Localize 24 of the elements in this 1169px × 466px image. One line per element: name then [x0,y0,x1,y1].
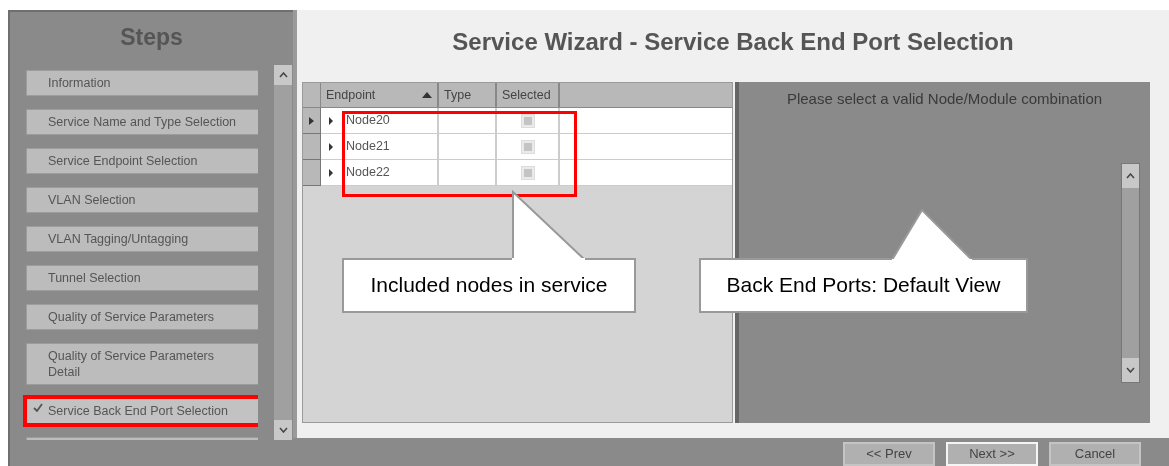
window-title: Service Wizard - Service Back End Port Selection [451,27,1015,57]
wizard-button[interactable]: Next >> [946,442,1038,466]
step-item[interactable]: Tunnel Selection [26,265,258,291]
step-item[interactable]: VLAN Tagging/Untagging [26,226,258,252]
chevron-down-icon[interactable] [278,427,288,433]
wizard-button[interactable]: Cancel [1049,442,1141,466]
chevron-up-icon[interactable] [1126,172,1135,179]
wizard-button[interactable]: << Prev [843,442,935,466]
step-item[interactable]: Service Name and Type Selection [26,109,258,135]
step-item[interactable]: Service Back End Port Selection [26,398,258,424]
current-row-icon [309,116,314,125]
table-cell: Node22 [341,160,439,185]
chevron-up-icon[interactable] [278,72,288,78]
chevron-down-icon[interactable] [1126,366,1135,373]
step-item[interactable]: Service Endpoint Selection [26,148,258,174]
step-item[interactable]: Quality of Service Parameters [26,304,258,330]
step-item[interactable]: Quality of Service Parameters Detail [26,343,258,385]
scrollbar[interactable] [274,65,292,440]
status-message: Please select a valid Node/Module combination [785,89,1104,109]
check-icon [32,403,43,412]
sort-up-icon[interactable] [422,92,432,98]
step-item[interactable]: Information [26,70,258,96]
scrollbar[interactable] [1121,162,1140,383]
step-item[interactable]: VLAN Selection [26,187,258,213]
